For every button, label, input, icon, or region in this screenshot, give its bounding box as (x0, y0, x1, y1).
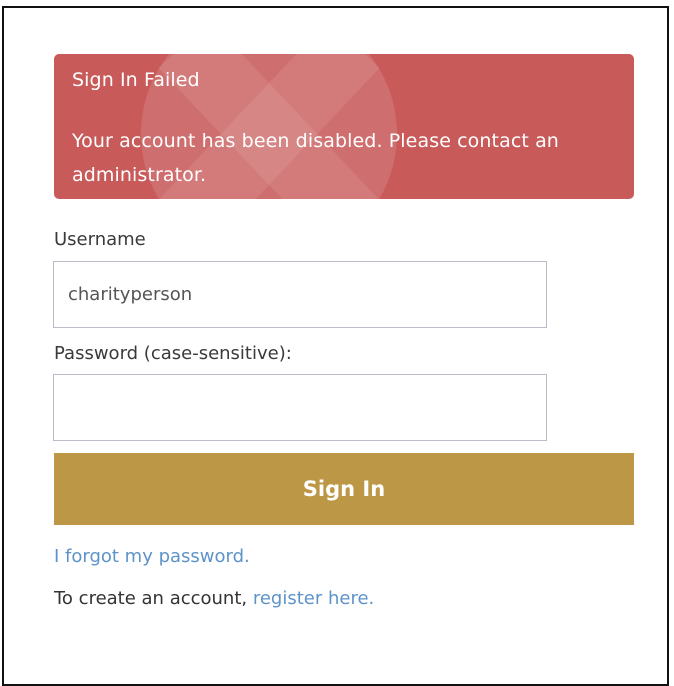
forgot-password-link[interactable]: I forgot my password. (54, 545, 250, 569)
register-link[interactable]: register here. (253, 588, 374, 609)
alert-title: Sign In Failed (72, 69, 200, 91)
sign-in-button[interactable]: Sign In (54, 453, 634, 525)
password-label: Password (case-sensitive): (54, 343, 292, 364)
password-input[interactable] (53, 374, 547, 441)
error-alert: Sign In Failed Your account has been dis… (54, 54, 634, 199)
alert-message: Your account has been disabled. Please c… (72, 130, 559, 186)
username-input[interactable] (53, 261, 547, 328)
create-account-prefix: To create an account, (54, 588, 253, 609)
username-label: Username (54, 229, 146, 250)
create-account-text: To create an account, register here. (54, 587, 374, 611)
